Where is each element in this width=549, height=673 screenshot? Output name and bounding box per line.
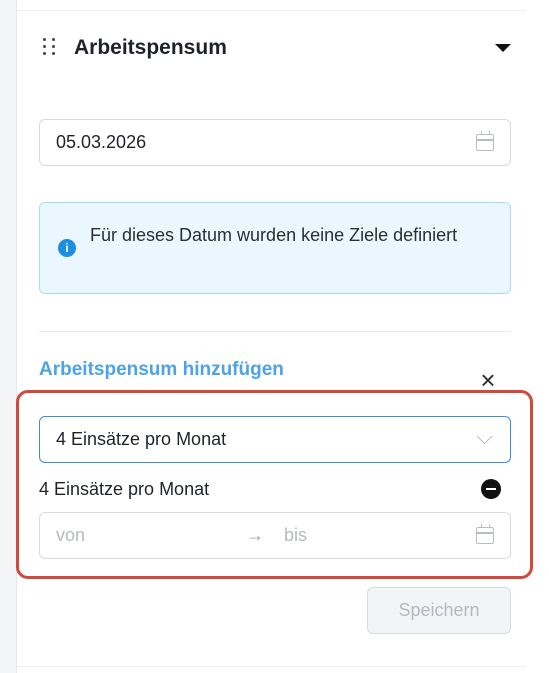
info-alert: i Für dieses Datum wurden keine Ziele de… — [39, 202, 511, 294]
minus-circle-icon[interactable] — [481, 479, 501, 499]
workload-select[interactable]: 4 Einsätze pro Monat — [39, 416, 511, 463]
top-divider — [16, 10, 526, 11]
widget-header[interactable]: Arbeitspensum — [38, 28, 513, 68]
workload-select-value: 4 Einsätze pro Monat — [56, 429, 227, 449]
arrow-right-icon: → — [246, 525, 264, 545]
date-value: 05.03.2026 — [56, 132, 147, 152]
range-from-placeholder[interactable]: von — [56, 525, 246, 546]
date-picker-field[interactable]: 05.03.2026 — [39, 119, 511, 166]
info-icon: i — [58, 239, 76, 257]
bottom-divider — [16, 666, 526, 667]
caret-down-icon[interactable] — [495, 44, 511, 52]
save-button[interactable]: Speichern — [367, 587, 511, 634]
section-divider — [39, 331, 511, 332]
calendar-icon[interactable] — [476, 131, 494, 151]
date-range-field[interactable]: von → bis — [39, 512, 511, 559]
drag-handle-icon[interactable] — [43, 38, 61, 58]
range-to-placeholder[interactable]: bis — [284, 525, 476, 546]
chevron-down-icon[interactable] — [476, 428, 493, 445]
add-workload-title: Arbeitspensum hinzufügen — [39, 359, 284, 380]
close-icon[interactable]: × — [477, 367, 499, 393]
selected-workload-item: 4 Einsätze pro Monat — [39, 476, 501, 502]
info-alert-text: Für dieses Datum wurden keine Ziele defi… — [90, 225, 458, 245]
selected-workload-label: 4 Einsätze pro Monat — [39, 478, 210, 499]
calendar-icon[interactable] — [476, 524, 494, 544]
widget-title: Arbeitspensum — [74, 36, 227, 59]
